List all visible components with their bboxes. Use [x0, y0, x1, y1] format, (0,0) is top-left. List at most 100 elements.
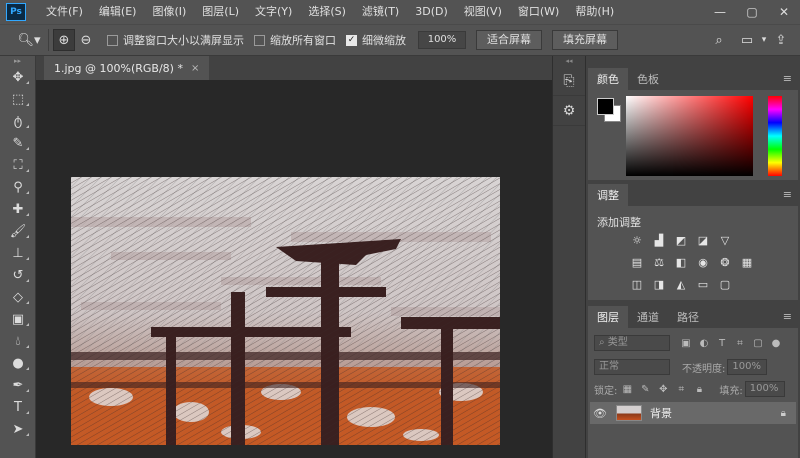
- quick-selection-tool-icon[interactable]: ✎: [0, 132, 36, 154]
- menu-image[interactable]: 图像(I): [144, 0, 194, 24]
- checkbox-box-checked[interactable]: ✓: [346, 34, 357, 46]
- fill-screen-button[interactable]: 填充屏幕: [552, 30, 618, 50]
- panel-menu-icon[interactable]: ≡: [783, 310, 792, 323]
- panel-grip-icon[interactable]: ▸▸: [0, 56, 35, 66]
- hue-saturation-icon[interactable]: ▤: [628, 254, 646, 270]
- brightness-contrast-icon[interactable]: ☼: [628, 232, 646, 248]
- crop-tool-icon[interactable]: ⛶: [0, 154, 36, 176]
- filter-smart-object-icon[interactable]: ▢: [750, 335, 766, 351]
- share-icon[interactable]: ⇪: [770, 29, 792, 51]
- checkbox-box[interactable]: [254, 34, 265, 46]
- channel-mixer-icon[interactable]: ❂: [716, 254, 734, 270]
- close-icon[interactable]: ×: [191, 63, 199, 74]
- tab-swatches[interactable]: 色板: [628, 68, 668, 90]
- tab-paths[interactable]: 路径: [668, 306, 708, 328]
- filter-kind-value: 类型: [607, 337, 628, 348]
- black-white-icon[interactable]: ◧: [672, 254, 690, 270]
- image-canvas[interactable]: [71, 177, 500, 445]
- filter-pixel-icon[interactable]: ▣: [678, 335, 694, 351]
- menu-edit[interactable]: 编辑(E): [91, 0, 145, 24]
- panel-menu-icon[interactable]: ≡: [783, 188, 792, 201]
- lock-artboard-icon[interactable]: ⌗: [673, 381, 689, 397]
- opacity-field[interactable]: 100%: [727, 359, 768, 375]
- workspace-icon[interactable]: ▭: [736, 29, 758, 51]
- filter-shape-icon[interactable]: ⌗: [732, 335, 748, 351]
- gradient-map-icon[interactable]: ▭: [694, 276, 712, 292]
- panel-menu-icon[interactable]: ≡: [783, 72, 792, 85]
- eyedropper-tool-icon[interactable]: ⚲: [0, 176, 36, 198]
- lock-transparent-icon[interactable]: ▦: [619, 381, 635, 397]
- lock-position-icon[interactable]: ✥: [655, 381, 671, 397]
- minimize-button[interactable]: —: [704, 0, 736, 24]
- zoom-in-icon[interactable]: ⊕: [53, 29, 75, 51]
- history-brush-tool-icon[interactable]: ↺: [0, 264, 36, 286]
- menu-filter[interactable]: 滤镜(T): [354, 0, 407, 24]
- levels-icon[interactable]: ▟: [650, 232, 668, 248]
- foreground-color-swatch[interactable]: [597, 98, 614, 115]
- selective-color-icon[interactable]: ▢: [716, 276, 734, 292]
- lock-image-icon[interactable]: ✎: [637, 381, 653, 397]
- tab-layers[interactable]: 图层: [588, 306, 628, 328]
- healing-brush-tool-icon[interactable]: ✚: [0, 198, 36, 220]
- maximize-button[interactable]: ▢: [736, 0, 768, 24]
- fit-screen-button[interactable]: 适合屏幕: [476, 30, 542, 50]
- brush-tool-icon[interactable]: 🖌︎: [0, 220, 36, 242]
- menu-type[interactable]: 文字(Y): [247, 0, 300, 24]
- path-selection-tool-icon[interactable]: ➤: [0, 418, 36, 440]
- color-balance-icon[interactable]: ⚖: [650, 254, 668, 270]
- vibrance-icon[interactable]: ▽: [716, 232, 734, 248]
- filter-type-icon[interactable]: T: [714, 335, 730, 351]
- close-button[interactable]: ✕: [768, 0, 800, 24]
- visibility-eye-icon[interactable]: 👁︎: [590, 407, 610, 420]
- layer-filter-kind-select[interactable]: ⌕ 类型: [594, 335, 670, 351]
- photo-filter-icon[interactable]: ◉: [694, 254, 712, 270]
- lock-all-icon[interactable]: 🔒︎: [691, 381, 707, 397]
- zoom-all-windows-checkbox[interactable]: 缩放所有窗口: [254, 32, 336, 48]
- panel-grip-icon[interactable]: ◂◂: [553, 56, 585, 66]
- search-icon[interactable]: ⌕: [708, 29, 730, 51]
- checkbox-box[interactable]: [107, 34, 118, 46]
- pen-tool-icon[interactable]: ✒: [0, 374, 36, 396]
- menu-select[interactable]: 选择(S): [300, 0, 354, 24]
- zoom-percent-field[interactable]: 100%: [418, 31, 466, 49]
- resize-windows-checkbox[interactable]: 调整窗口大小以满屏显示: [107, 32, 244, 48]
- posterize-icon[interactable]: ◨: [650, 276, 668, 292]
- hue-slider[interactable]: [768, 96, 782, 176]
- menu-help[interactable]: 帮助(H): [567, 0, 622, 24]
- blur-tool-icon[interactable]: 💧︎: [0, 330, 36, 352]
- color-lookup-icon[interactable]: ▦: [738, 254, 756, 270]
- zoom-tool-preset-icon[interactable]: 🔍︎▾: [14, 29, 44, 51]
- curves-icon[interactable]: ◩: [672, 232, 690, 248]
- layer-row-background[interactable]: 👁︎ 背景 🔒︎: [590, 402, 796, 424]
- properties-panel-icon[interactable]: ⚙: [553, 96, 585, 126]
- zoom-out-icon[interactable]: ⊖: [75, 29, 97, 51]
- gradient-tool-icon[interactable]: ▣: [0, 308, 36, 330]
- filter-toggle-icon[interactable]: ●: [768, 335, 784, 351]
- fill-field[interactable]: 100%: [744, 381, 785, 397]
- history-panel-icon[interactable]: ⎘: [553, 66, 585, 96]
- clone-stamp-tool-icon[interactable]: ⊥: [0, 242, 36, 264]
- marquee-tool-icon[interactable]: ⬚: [0, 88, 36, 110]
- document-tab[interactable]: 1.jpg @ 100%(RGB/8) * ×: [44, 56, 210, 80]
- threshold-icon[interactable]: ◭: [672, 276, 690, 292]
- tab-channels[interactable]: 通道: [628, 306, 668, 328]
- eraser-tool-icon[interactable]: ◇: [0, 286, 36, 308]
- menu-file[interactable]: 文件(F): [38, 0, 91, 24]
- menu-view[interactable]: 视图(V): [456, 0, 510, 24]
- menu-layer[interactable]: 图层(L): [194, 0, 247, 24]
- dodge-tool-icon[interactable]: ●: [0, 352, 36, 374]
- menu-window[interactable]: 窗口(W): [510, 0, 567, 24]
- blend-mode-select[interactable]: 正常: [594, 359, 670, 375]
- exposure-icon[interactable]: ◪: [694, 232, 712, 248]
- tab-color[interactable]: 颜色: [588, 68, 628, 90]
- scrubby-zoom-checkbox[interactable]: ✓ 细微缩放: [346, 32, 406, 48]
- lasso-tool-icon[interactable]: ტ: [0, 110, 36, 132]
- menu-3d[interactable]: 3D(D): [407, 0, 456, 24]
- move-tool-icon[interactable]: ✥: [0, 66, 36, 88]
- invert-icon[interactable]: ◫: [628, 276, 646, 292]
- type-tool-icon[interactable]: T: [0, 396, 36, 418]
- tab-adjustments[interactable]: 调整: [588, 184, 628, 206]
- color-saturation-field[interactable]: [626, 96, 753, 176]
- chevron-down-icon[interactable]: ▾: [758, 29, 770, 51]
- filter-adjustment-icon[interactable]: ◐: [696, 335, 712, 351]
